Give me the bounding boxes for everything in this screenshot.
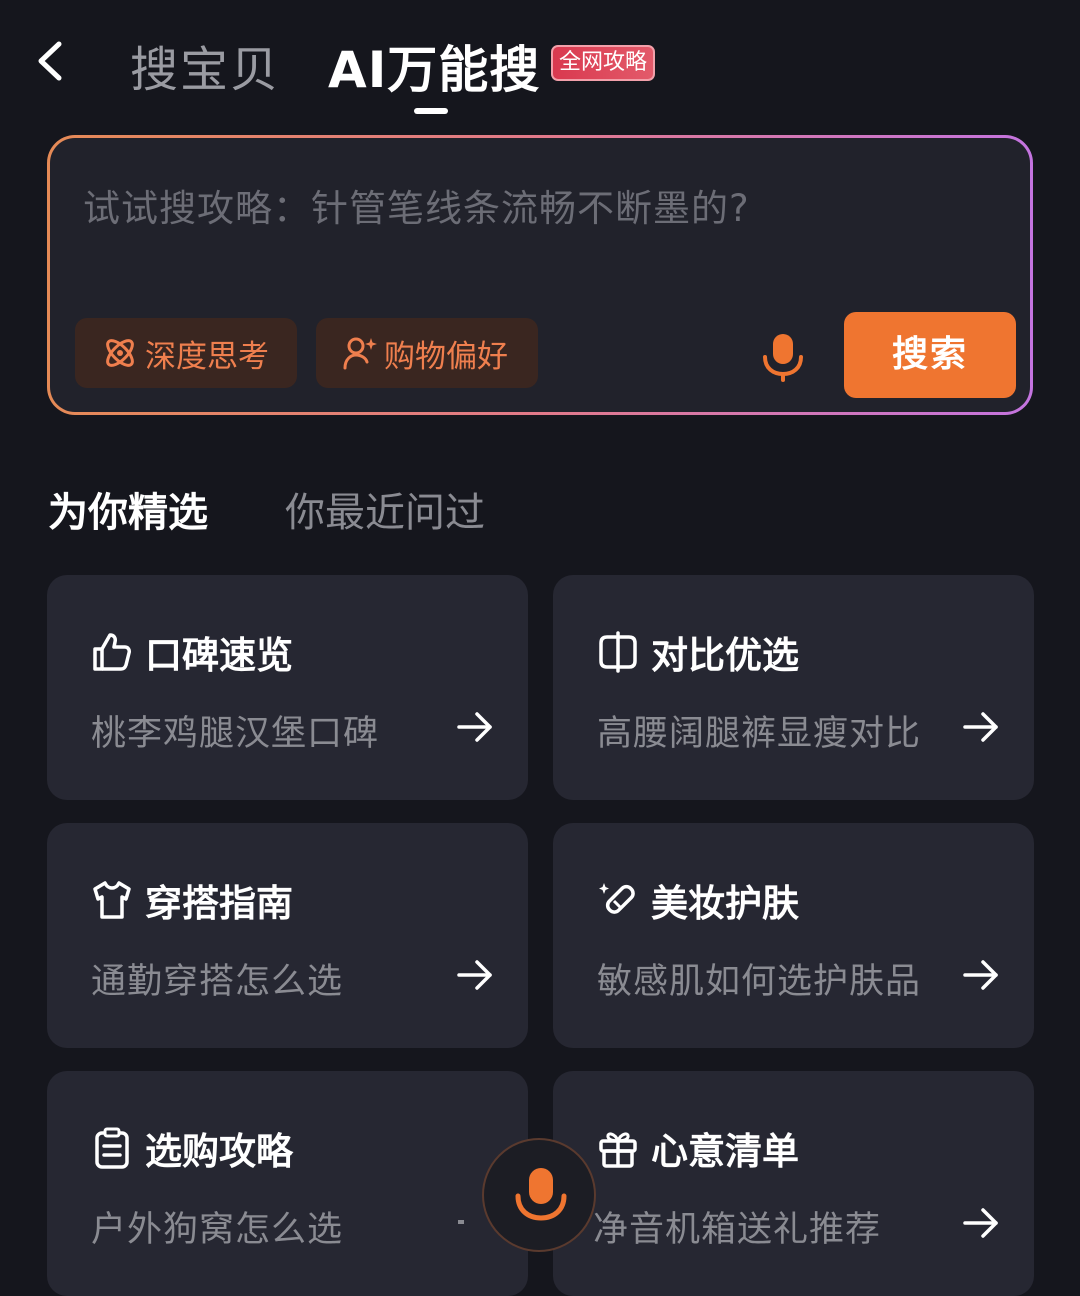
makeup-icon	[599, 883, 635, 914]
card-buying-guide[interactable]: 选购攻略 户外狗窝怎么选	[47, 1071, 528, 1296]
deep-thinking-chip[interactable]: 深度思考	[75, 318, 297, 388]
card-title: 美妆护肤	[651, 882, 799, 925]
card-subtitle: 桃李鸡腿汉堡口碑	[91, 714, 380, 754]
clipboard-icon	[95, 1127, 129, 1169]
shopping-preference-label: 购物偏好	[384, 338, 508, 375]
microphone-icon[interactable]	[760, 332, 806, 382]
search-input[interactable]: 试试搜攻略：针管笔线条流畅不断墨的?	[83, 178, 750, 232]
user-sparkle-icon	[343, 337, 377, 370]
card-subtitle: 敏感肌如何选护肤品	[597, 962, 922, 1002]
card-reputation[interactable]: 口碑速览 桃李鸡腿汉堡口碑	[47, 575, 528, 800]
active-tab-indicator	[414, 108, 448, 114]
header: 搜宝贝 AI万能搜 全网攻略	[0, 0, 1080, 130]
card-gift-list[interactable]: 心意清单 净音机箱送礼推荐	[553, 1071, 1034, 1296]
card-outfit[interactable]: 穿搭指南 通勤穿搭怎么选	[47, 823, 528, 1048]
thumbs-up-icon	[93, 633, 131, 671]
card-subtitle: 净音机箱送礼推荐	[593, 1210, 882, 1250]
divider-dot	[458, 1220, 464, 1224]
voice-input-button[interactable]	[482, 1138, 596, 1252]
arrow-right-icon	[963, 1208, 998, 1238]
arrow-right-icon	[963, 960, 998, 990]
tab-ai-search[interactable]: AI万能搜	[328, 30, 540, 102]
card-subtitle: 通勤穿搭怎么选	[91, 962, 344, 1002]
deep-thinking-label: 深度思考	[145, 338, 269, 375]
shirt-icon	[93, 881, 131, 919]
card-title: 穿搭指南	[145, 882, 293, 925]
card-title: 心意清单	[651, 1130, 799, 1173]
arrow-right-icon	[963, 712, 998, 742]
web-guide-badge: 全网攻略	[551, 45, 656, 81]
card-title: 选购攻略	[145, 1130, 293, 1173]
card-subtitle: 高腰阔腿裤显瘦对比	[597, 714, 922, 754]
back-arrow-icon[interactable]	[32, 38, 72, 84]
search-button[interactable]: 搜索	[844, 312, 1016, 398]
arrow-right-icon	[457, 712, 492, 742]
microphone-icon	[515, 1168, 567, 1221]
card-title: 对比优选	[651, 634, 799, 677]
tab-recommended[interactable]: 为你精选	[48, 480, 208, 538]
arrow-right-icon	[457, 960, 492, 990]
search-box: 试试搜攻略：针管笔线条流畅不断墨的? 深度思考 购物偏好 搜索	[47, 135, 1033, 415]
shopping-preference-chip[interactable]: 购物偏好	[316, 318, 538, 388]
card-title: 口碑速览	[145, 634, 293, 677]
tab-search-items[interactable]: 搜宝贝	[130, 30, 280, 100]
tab-recently-asked[interactable]: 你最近问过	[285, 480, 485, 538]
card-subtitle: 户外狗窝怎么选	[91, 1210, 344, 1250]
gift-icon	[599, 1132, 637, 1168]
card-beauty[interactable]: 美妆护肤 敏感肌如何选护肤品	[553, 823, 1034, 1048]
card-compare[interactable]: 对比优选 高腰阔腿裤显瘦对比	[553, 575, 1034, 800]
atom-icon	[106, 339, 134, 367]
compare-icon	[599, 631, 637, 673]
